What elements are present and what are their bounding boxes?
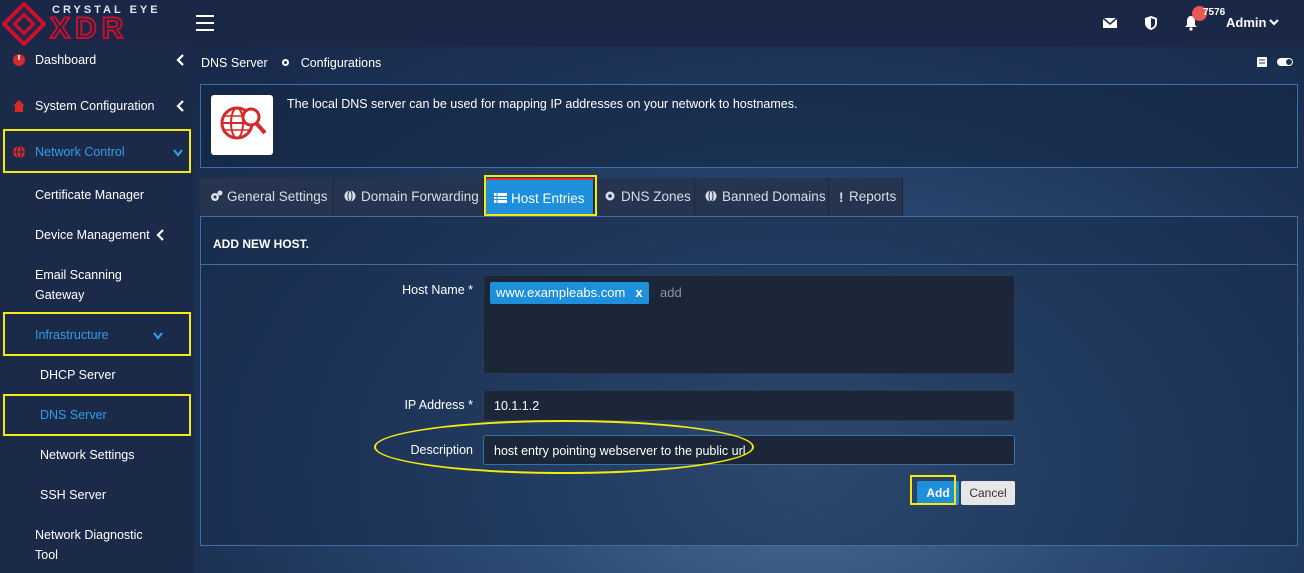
panel-heading: ADD NEW HOST. (201, 217, 1297, 265)
sidebar-item-network-diagnostic-tool[interactable]: Network Diagnostic Tool (0, 528, 194, 568)
chevron-left-icon (176, 54, 184, 66)
tab-label: DNS Zones (621, 189, 691, 204)
sidebar-item-label: Device Management (35, 228, 150, 242)
chevron-down-icon (173, 149, 183, 157)
cogs-icon (211, 190, 223, 201)
sidebar-item-label: Certificate Manager (35, 188, 145, 202)
breadcrumb: DNS Server Configurations (201, 56, 381, 70)
info-box: The local DNS server can be used for map… (200, 84, 1298, 168)
breadcrumb-section[interactable]: DNS Server (201, 56, 268, 70)
globe-icon (13, 145, 25, 159)
chevron-down-icon[interactable] (1268, 17, 1280, 27)
host-tag-label: www.exampleabs.com (496, 285, 626, 300)
highlight-box (484, 175, 597, 216)
sidebar-item-label-line2: Gateway (35, 288, 85, 302)
highlight-box (910, 475, 956, 505)
breadcrumb-page: Configurations (300, 56, 382, 70)
tag-remove-button[interactable]: x (635, 285, 642, 300)
tab-label: Banned Domains (722, 189, 826, 204)
tab-label: Reports (849, 189, 897, 204)
ip-address-label: IP Address * (404, 398, 473, 412)
shield-icon[interactable] (1143, 15, 1159, 31)
cancel-button[interactable]: Cancel (961, 481, 1015, 505)
globe-icon (344, 190, 356, 202)
sidebar: Dashboard System Configuration Network C… (0, 47, 194, 573)
sidebar-item-dns-server[interactable]: DNS Server (0, 408, 194, 428)
ip-address-value: 10.1.1.2 (494, 399, 540, 413)
sidebar-item-label: Network Control (35, 145, 125, 159)
sidebar-item-network-control[interactable]: Network Control (0, 145, 194, 169)
globe-icon (705, 190, 717, 202)
chevron-down-icon (153, 332, 163, 340)
tab-general-settings[interactable]: General Settings (200, 178, 334, 216)
menu-toggle-icon[interactable] (196, 15, 214, 31)
logo-diamond-icon (2, 2, 46, 46)
host-name-tag-input[interactable]: www.exampleabs.com x add (483, 275, 1015, 374)
breadcrumb-separator-icon (281, 59, 289, 66)
sidebar-item-device-management[interactable]: Device Management (0, 228, 194, 248)
tab-banned-domains[interactable]: Banned Domains (695, 178, 829, 216)
sidebar-item-dashboard[interactable]: Dashboard (0, 53, 194, 77)
toggle-icon[interactable] (1276, 56, 1294, 68)
logo-main-text: XDR (49, 12, 129, 45)
mail-icon[interactable] (1102, 15, 1118, 31)
tab-domain-forwarding[interactable]: Domain Forwarding (334, 178, 484, 216)
sidebar-item-label: SSH Server (40, 488, 106, 502)
home-icon (13, 100, 25, 112)
sidebar-item-label-line1: Email Scanning (35, 268, 122, 282)
sidebar-item-certificate-manager[interactable]: Certificate Manager (0, 188, 194, 208)
sidebar-item-label: DNS Server (40, 408, 107, 422)
host-name-placeholder: add (660, 285, 682, 300)
tab-label: General Settings (227, 189, 328, 204)
sidebar-item-system-configuration[interactable]: System Configuration (0, 99, 194, 123)
sidebar-item-network-settings[interactable]: Network Settings (0, 448, 194, 468)
add-host-panel: ADD NEW HOST. Host Name * www.exampleabs… (200, 216, 1298, 546)
logo[interactable]: CRYSTAL EYE XDR (0, 0, 170, 47)
sidebar-item-label: Infrastructure (35, 328, 109, 342)
sidebar-item-label: Dashboard (35, 53, 97, 67)
sidebar-item-dhcp-server[interactable]: DHCP Server (0, 368, 194, 388)
exclamation-icon: ! (839, 190, 844, 205)
host-name-label: Host Name * (402, 283, 473, 297)
top-bar: CRYSTAL EYE XDR 7576 Admin (0, 0, 1304, 47)
sidebar-item-label: System Configuration (35, 99, 155, 113)
tab-dns-zones[interactable]: DNS Zones (594, 178, 695, 216)
sidebar-item-email-scanning-gateway[interactable]: Email Scanning Gateway (0, 268, 194, 308)
highlight-ellipse (374, 420, 754, 474)
book-icon[interactable] (1255, 56, 1269, 68)
sidebar-item-label-line1: Network Diagnostic (35, 528, 143, 542)
tab-reports[interactable]: ! Reports (829, 178, 903, 216)
sidebar-item-label: Network Settings (40, 448, 135, 462)
sidebar-item-ssh-server[interactable]: SSH Server (0, 488, 194, 508)
chevron-left-icon (176, 100, 184, 112)
host-tag: www.exampleabs.com x (490, 282, 649, 304)
tab-label: Domain Forwarding (361, 189, 479, 204)
sidebar-item-label-line2: Tool (35, 548, 58, 562)
ip-address-input[interactable]: 10.1.1.2 (483, 390, 1015, 421)
sidebar-item-infrastructure[interactable]: Infrastructure (0, 328, 194, 348)
user-menu[interactable]: Admin (1226, 15, 1266, 30)
main-content: DNS Server Configurations The local DNS s… (194, 47, 1304, 573)
notification-count: 7576 (1203, 7, 1226, 18)
sidebar-item-label: DHCP Server (40, 368, 116, 382)
dashboard-icon (13, 54, 25, 66)
gear-icon (605, 191, 615, 201)
chevron-left-icon (156, 229, 164, 241)
dns-search-icon (211, 95, 273, 155)
info-text: The local DNS server can be used for map… (287, 97, 798, 111)
